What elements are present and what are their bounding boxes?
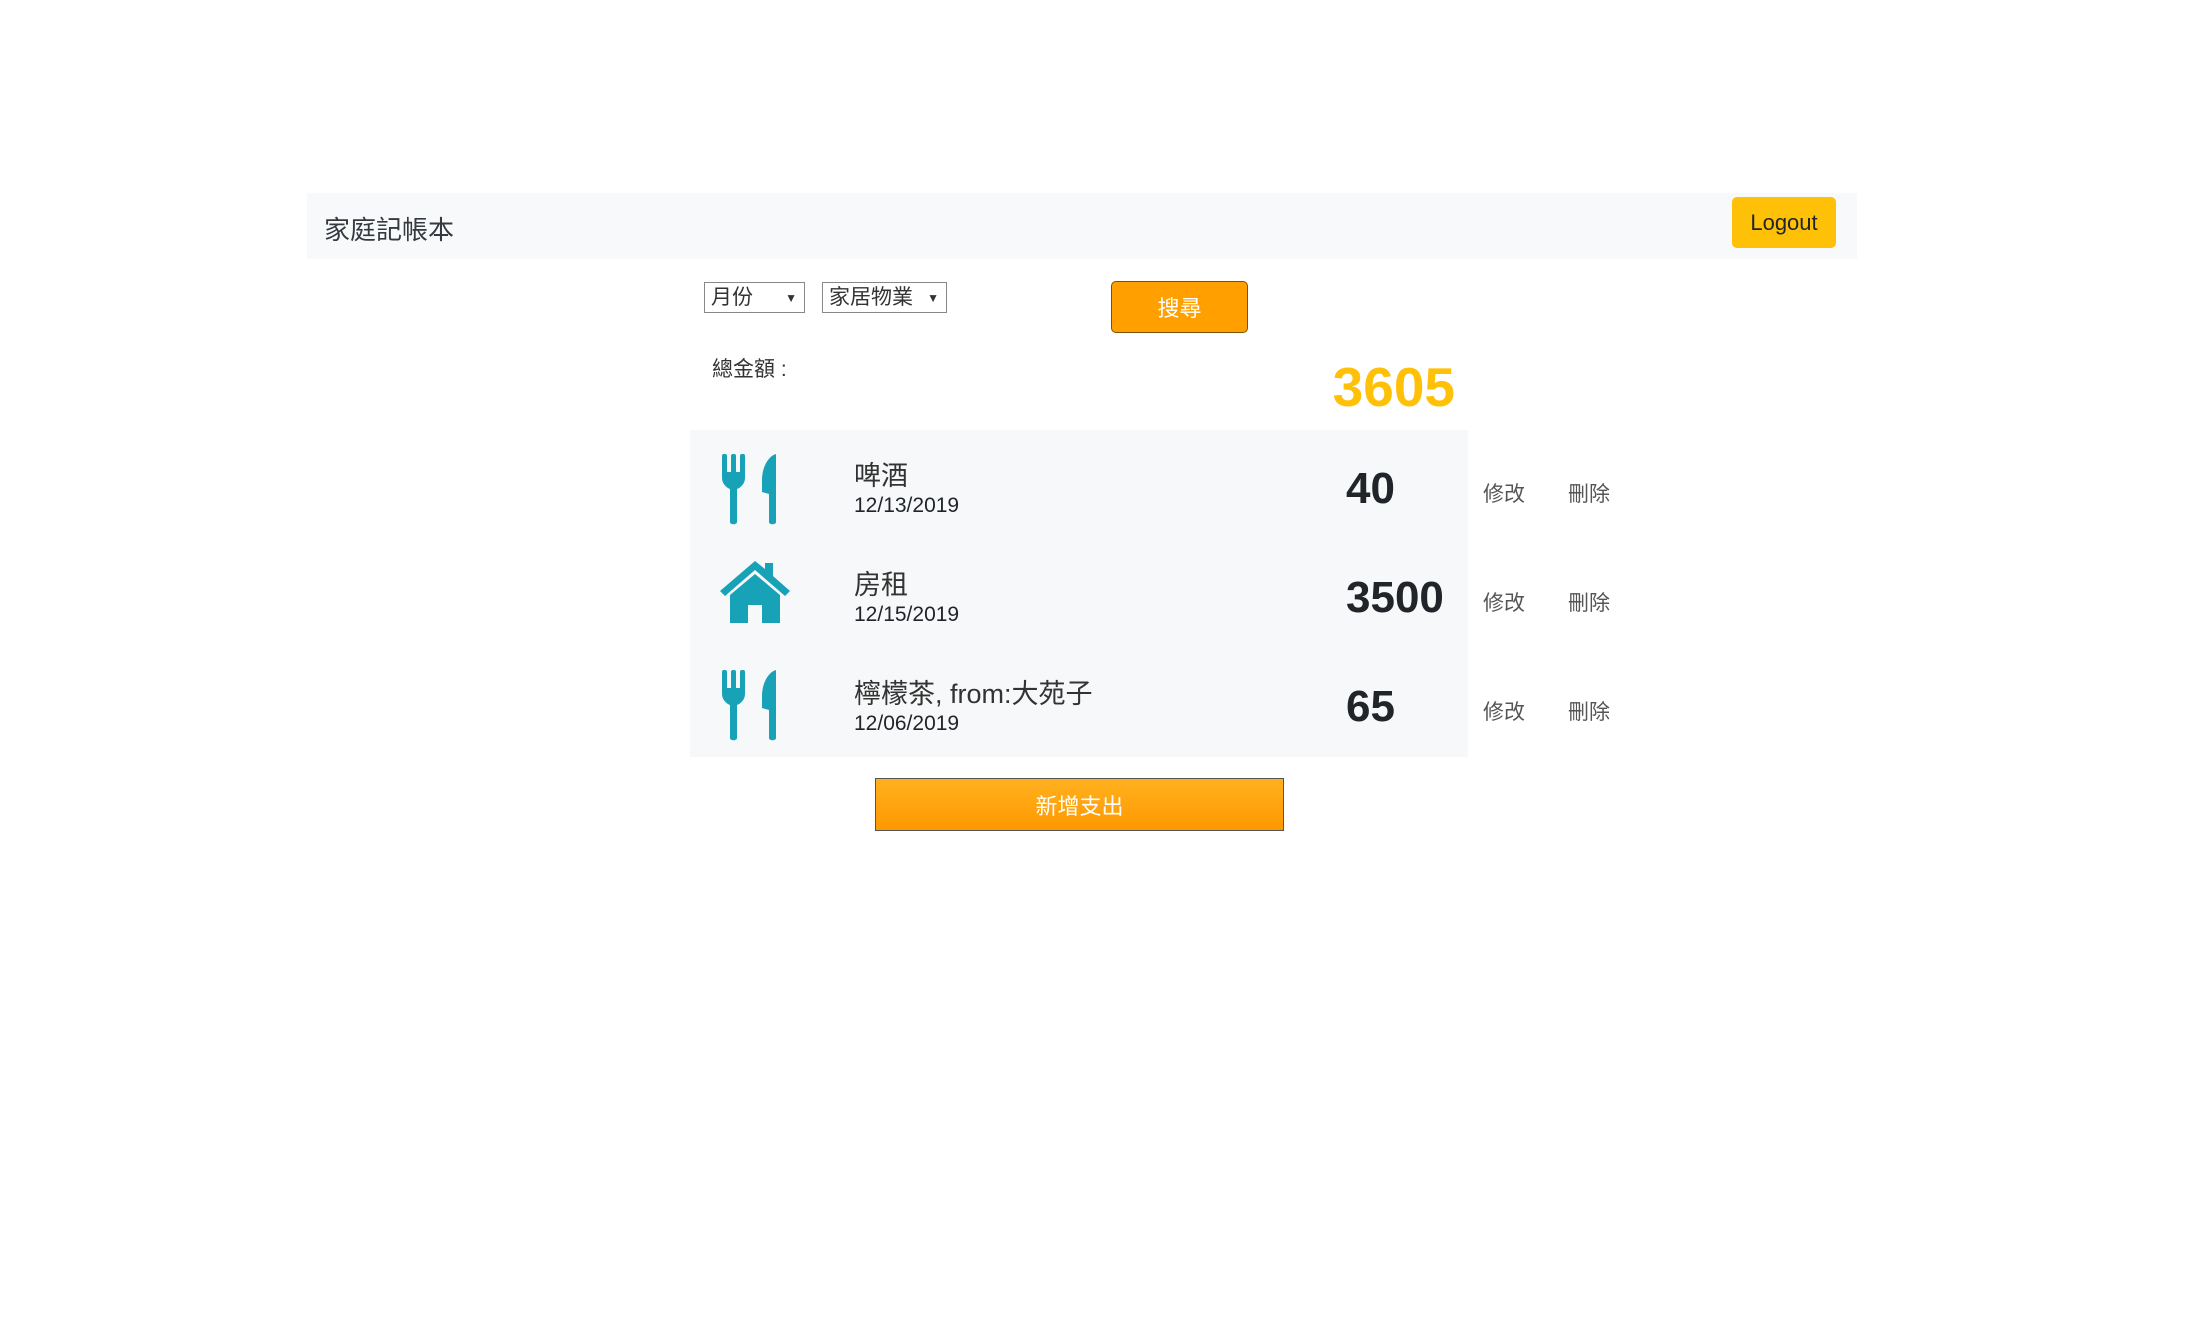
- edit-button[interactable]: 修改: [1483, 478, 1525, 508]
- entry-name: 房租: [854, 570, 908, 600]
- dropdown-arrow-icon: ▼: [785, 291, 797, 305]
- entry-name: 啤酒: [854, 461, 908, 491]
- search-button[interactable]: 搜尋: [1111, 281, 1248, 333]
- dropdown-arrow-icon: ▼: [927, 291, 939, 305]
- delete-button[interactable]: 刪除: [1568, 587, 1610, 617]
- list-item: 啤酒 12/13/2019 40: [690, 430, 1468, 539]
- utensils-icon: [722, 670, 776, 741]
- category-select[interactable]: 家居物業 ▼: [822, 282, 947, 313]
- expense-list: 啤酒 12/13/2019 40 房租 12/15/2019 3500 檸檬茶,…: [690, 430, 1468, 757]
- category-select-value: 家居物業: [829, 286, 913, 309]
- month-select-value: 月份: [711, 286, 753, 309]
- entry-date: 12/15/2019: [854, 603, 960, 626]
- entry-amount: 3500: [1346, 573, 1444, 622]
- add-expense-button[interactable]: 新增支出: [875, 778, 1284, 831]
- list-item: 房租 12/15/2019 3500: [690, 539, 1468, 648]
- entry-date: 12/13/2019: [854, 494, 960, 517]
- list-item: 檸檬茶, from:大苑子 12/06/2019 65: [690, 648, 1468, 757]
- utensils-icon: [722, 454, 776, 525]
- edit-button[interactable]: 修改: [1483, 696, 1525, 726]
- house-icon: [720, 561, 790, 623]
- app-title: 家庭記帳本: [324, 215, 455, 245]
- month-select[interactable]: 月份 ▼: [704, 282, 805, 313]
- total-label: 總金額 :: [712, 358, 787, 381]
- total-amount: 3605: [1332, 356, 1455, 418]
- entry-amount: 65: [1346, 682, 1395, 731]
- navbar: 家庭記帳本 Logout: [307, 193, 1857, 259]
- logout-button[interactable]: Logout: [1732, 197, 1836, 248]
- delete-button[interactable]: 刪除: [1568, 478, 1610, 508]
- entry-name: 檸檬茶, from:大苑子: [854, 679, 1093, 709]
- delete-button[interactable]: 刪除: [1568, 696, 1610, 726]
- entry-amount: 40: [1346, 464, 1395, 513]
- entry-date: 12/06/2019: [854, 712, 960, 735]
- edit-button[interactable]: 修改: [1483, 587, 1525, 617]
